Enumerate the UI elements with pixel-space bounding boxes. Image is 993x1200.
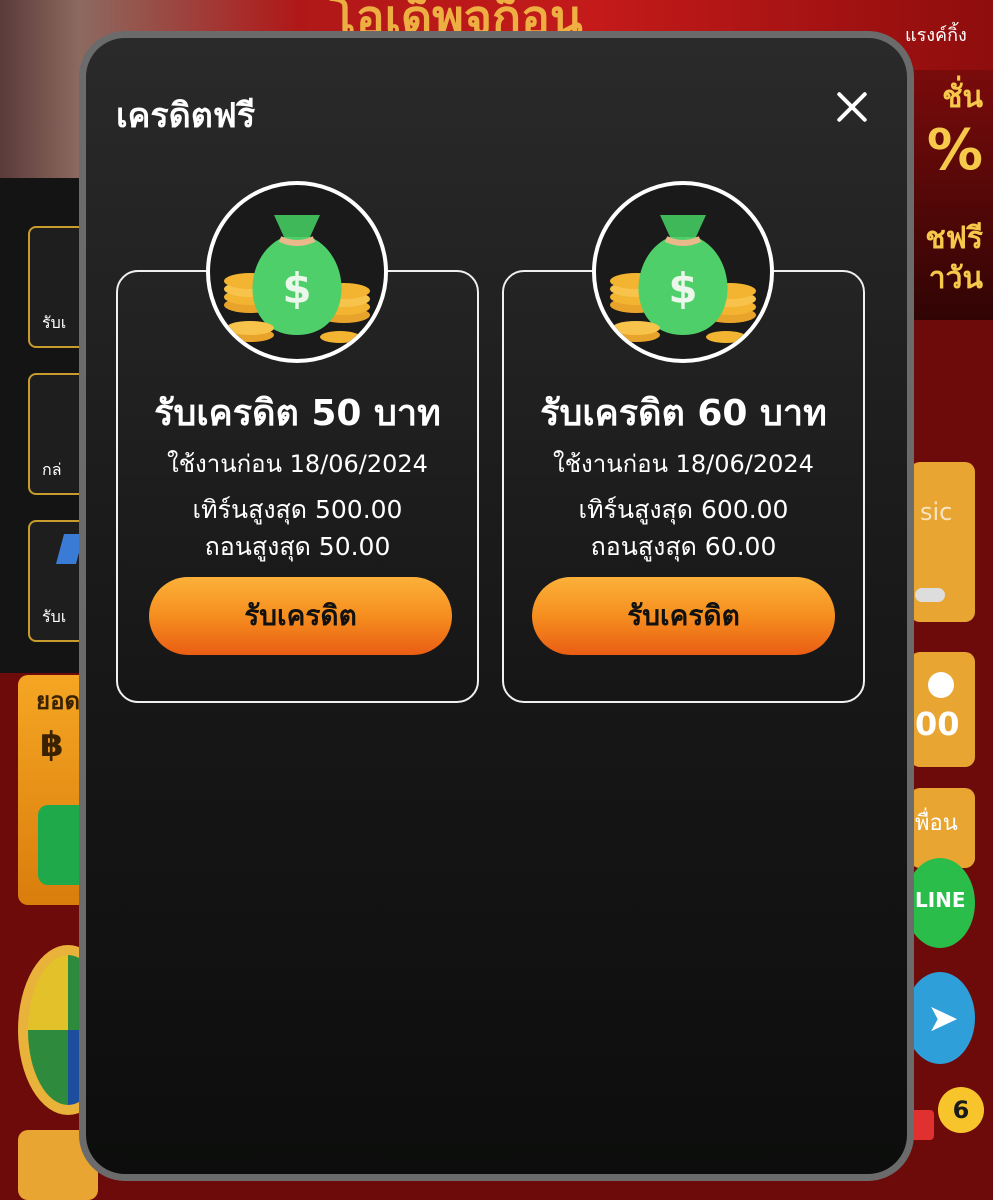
free-credit-modal: เครดิตฟรี $ รับเครดิต 50 บาท ใช้งานก่อน … bbox=[79, 31, 914, 1181]
info-icon[interactable] bbox=[928, 672, 954, 698]
claim-credit-button[interactable]: รับเครดิต bbox=[149, 577, 452, 655]
balance-label: ยอด bbox=[36, 687, 81, 715]
promo-word-3: าวัน bbox=[928, 261, 983, 296]
telegram-icon: ➤ bbox=[927, 996, 959, 1040]
card-title: รับเครดิต 60 บาท bbox=[540, 393, 827, 434]
promo-percent: % bbox=[926, 118, 983, 183]
friend-label: พื่อน bbox=[915, 811, 958, 836]
side-menu-label: รับเ bbox=[42, 607, 67, 626]
line-button[interactable]: LINE bbox=[905, 858, 975, 948]
money-bag-badge: $ bbox=[592, 181, 774, 363]
svg-text:$: $ bbox=[282, 264, 311, 313]
money-bag-badge: $ bbox=[206, 181, 388, 363]
side-menu-label: รับเ bbox=[42, 313, 67, 332]
value-text: 00 bbox=[915, 705, 960, 743]
side-menu-label: กล่ bbox=[42, 460, 62, 479]
music-label: sic bbox=[920, 498, 953, 526]
notification-badge: 6 bbox=[938, 1087, 984, 1133]
credit-card: $ รับเครดิต 60 บาท ใช้งานก่อน 18/06/2024… bbox=[502, 181, 865, 703]
card-withdraw: ถอนสูงสุด 50.00 bbox=[204, 532, 391, 561]
modal-title: เครดิตฟรี bbox=[116, 96, 256, 136]
money-bag-icon: $ bbox=[610, 215, 756, 343]
promo-word-1: ชั่น bbox=[942, 80, 983, 115]
card-expiry: ใช้งานก่อน 18/06/2024 bbox=[167, 450, 428, 478]
promo-panel[interactable]: ชั่น % ชฟรี าวัน bbox=[905, 70, 993, 320]
svg-text:$: $ bbox=[668, 264, 697, 313]
telegram-button[interactable]: ➤ bbox=[905, 972, 975, 1064]
card-withdraw: ถอนสูงสุด 60.00 bbox=[590, 532, 777, 561]
money-bag-icon: $ bbox=[224, 215, 370, 343]
baht-icon: ฿ bbox=[40, 725, 64, 765]
close-icon[interactable] bbox=[829, 84, 875, 130]
card-turnover: เทิร์นสูงสุด 500.00 bbox=[192, 495, 403, 524]
card-expiry: ใช้งานก่อน 18/06/2024 bbox=[553, 450, 814, 478]
card-turnover: เทิร์นสูงสุด 600.00 bbox=[578, 495, 789, 524]
card-title: รับเครดิต 50 บาท bbox=[154, 393, 441, 434]
line-label: LINE bbox=[915, 888, 966, 912]
credit-card: $ รับเครดิต 50 บาท ใช้งานก่อน 18/06/2024… bbox=[116, 181, 479, 703]
claim-credit-button[interactable]: รับเครดิต bbox=[532, 577, 835, 655]
music-slider[interactable] bbox=[915, 588, 945, 602]
ranking-label[interactable]: แรงค์กิ้ง bbox=[905, 20, 967, 49]
